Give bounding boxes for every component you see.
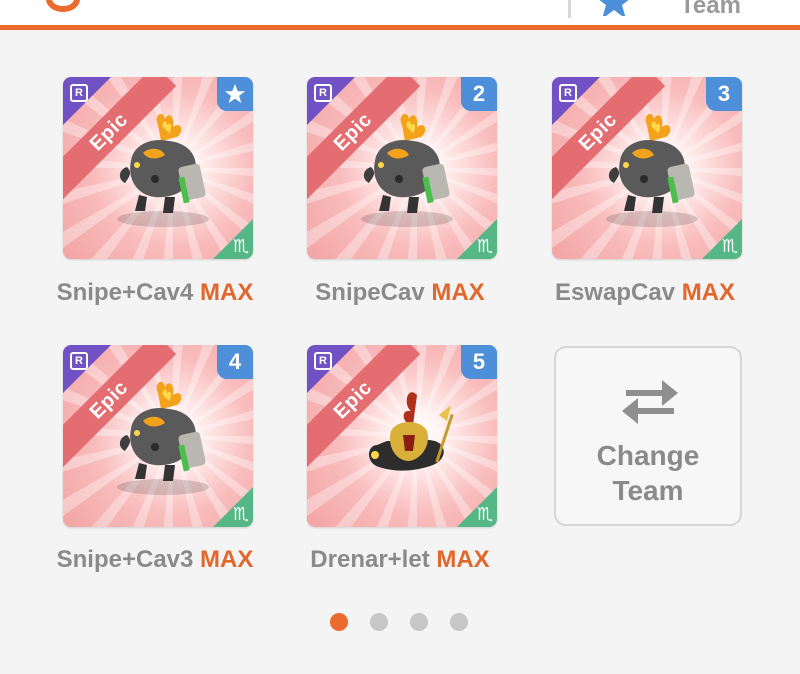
max-level-label: MAX <box>436 546 490 573</box>
slot-3-name: EswapCav MAX <box>520 279 770 307</box>
tier-badge: R <box>70 84 88 102</box>
team-slot-3[interactable]: Epic R 3 ♏ <box>552 77 742 259</box>
page-dot-1[interactable] <box>330 613 348 631</box>
monster-nickname: EswapCav <box>554 279 676 306</box>
max-level-label: MAX <box>431 279 485 306</box>
star-icon[interactable] <box>594 0 634 16</box>
slot-number-tab: 5 <box>461 345 497 379</box>
slot-number-tab: 2 <box>461 77 497 111</box>
page-dot-2[interactable] <box>370 613 388 631</box>
change-team-line2: Team <box>612 475 684 506</box>
wind-element-icon: ♏ <box>721 236 738 256</box>
header-divider <box>568 0 571 18</box>
swap-arrows-icon <box>622 380 678 424</box>
max-level-label: MAX <box>681 279 736 306</box>
change-team-button[interactable]: Change Team <box>554 346 742 526</box>
page-dot-3[interactable] <box>410 613 428 631</box>
monster-nickname: Snipe+Cav3 <box>56 546 194 573</box>
team-slot-2[interactable]: Epic R 2 ♏ <box>307 77 497 259</box>
team-slot-5[interactable]: Epic R 5 ♏ <box>307 345 497 527</box>
slot-4-name: Snipe+Cav3 MAX <box>30 546 280 574</box>
star-icon <box>224 83 246 104</box>
wind-element-icon: ♏ <box>232 236 249 256</box>
page-indicator <box>330 613 470 631</box>
team-slot-1[interactable]: Epic R ♏ <box>63 77 253 259</box>
wind-element-icon: ♏ <box>476 236 493 256</box>
slot-number-tab: 3 <box>706 77 742 111</box>
monster-nickname: Snipe+Cav4 <box>56 279 194 306</box>
team-tab-label[interactable]: Team <box>680 0 741 20</box>
wind-element-icon: ♏ <box>232 504 249 524</box>
monster-nickname: SnipeCav <box>315 279 425 306</box>
slot-number-tab: 4 <box>217 345 253 379</box>
max-level-label: MAX <box>200 546 254 573</box>
tier-badge: R <box>559 84 577 102</box>
tier-badge: R <box>314 352 332 370</box>
monster-nickname: Drenar+let <box>310 546 430 573</box>
max-level-label: MAX <box>200 279 254 306</box>
tier-badge: R <box>314 84 332 102</box>
change-team-line1: Change <box>596 440 700 471</box>
slot-1-name: Snipe+Cav4 MAX <box>30 279 280 307</box>
header-accent-line <box>0 25 800 30</box>
page-dot-4[interactable] <box>450 613 468 631</box>
slot-2-name: SnipeCav MAX <box>275 279 525 307</box>
top-bar: Team <box>0 0 800 30</box>
change-team-label: Change Team <box>556 438 740 508</box>
tier-badge: R <box>70 352 88 370</box>
team-slot-4[interactable]: Epic R 4 ♏ <box>63 345 253 527</box>
slot-5-name: Drenar+let MAX <box>275 546 525 574</box>
logo-icon <box>46 0 80 12</box>
slot-leader-star-tab <box>217 77 253 111</box>
wind-element-icon: ♏ <box>476 504 493 524</box>
